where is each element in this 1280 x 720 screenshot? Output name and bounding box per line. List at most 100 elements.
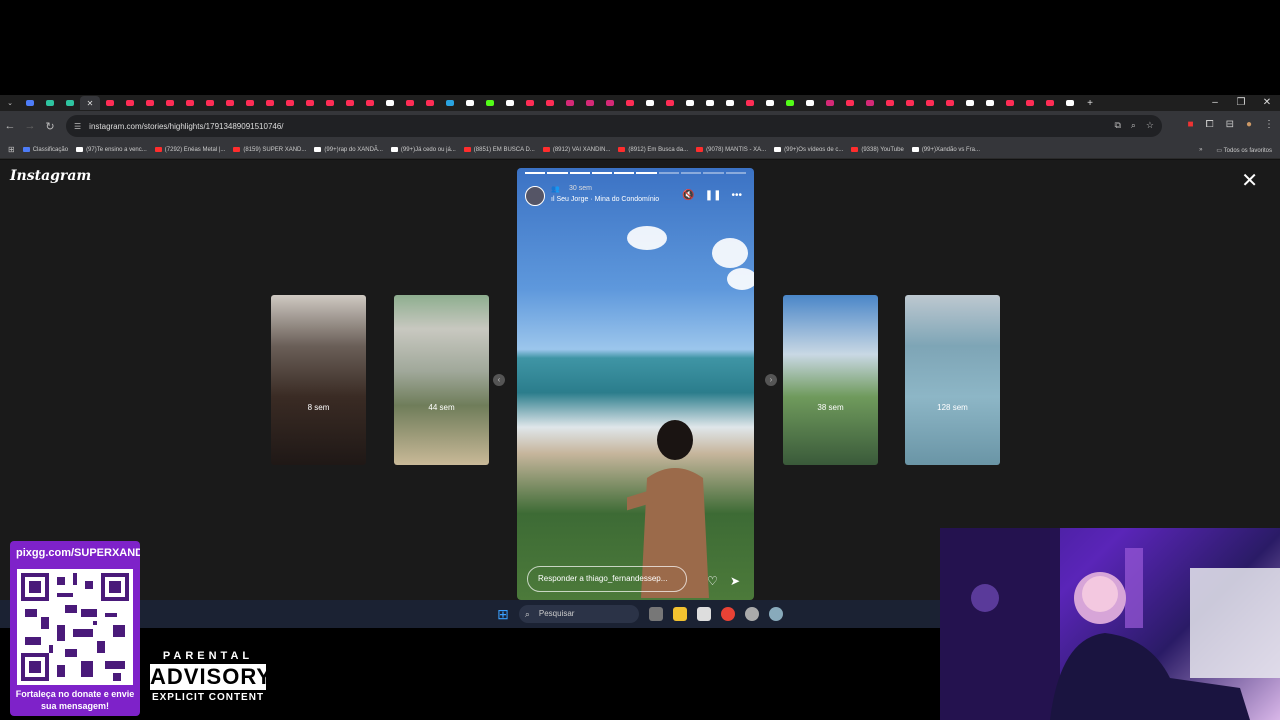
zoom-icon[interactable]: ⌕	[1131, 120, 1136, 131]
taskbar-search[interactable]: ⌕ Pesquisar	[518, 605, 639, 623]
tab-icon[interactable]	[1000, 96, 1020, 110]
tab-icon[interactable]	[600, 96, 620, 110]
tab-icon[interactable]	[420, 96, 440, 110]
app-icon[interactable]	[744, 607, 759, 621]
back-icon[interactable]: ←	[0, 120, 20, 132]
story-thumb-park[interactable]: 38 sem	[783, 295, 878, 465]
story-thumb-gym[interactable]: 8 sem	[271, 295, 366, 465]
next-story-arrow-icon[interactable]: ›	[765, 374, 777, 386]
story-thumb-collage[interactable]: 44 sem	[394, 295, 489, 465]
heart-icon[interactable]: ♡	[707, 574, 718, 588]
bookmark-item[interactable]: (8912) Em Busca da...	[618, 147, 688, 153]
send-icon[interactable]: ➤	[730, 574, 740, 588]
bookmark-item[interactable]: (9338) YouTube	[851, 147, 904, 153]
bookmark-item[interactable]: (99+)rap do XANDÃ...	[314, 147, 383, 153]
tab-icon[interactable]	[240, 96, 260, 110]
tab-icon[interactable]	[1020, 96, 1040, 110]
task-view-icon[interactable]	[648, 607, 663, 621]
tab-icon[interactable]	[300, 96, 320, 110]
close-window-button[interactable]: ✕	[1254, 95, 1280, 111]
tab-icon[interactable]	[160, 96, 180, 110]
bookmark-star-icon[interactable]: ☆	[1146, 120, 1154, 131]
extension-icon[interactable]: ■	[1188, 119, 1194, 130]
minimize-button[interactable]: –	[1202, 95, 1228, 111]
tab-icon[interactable]	[940, 96, 960, 110]
cast-icon[interactable]: ⧉	[1114, 120, 1120, 131]
profile-avatar[interactable]: ●	[1246, 119, 1252, 130]
tab-icon[interactable]	[700, 96, 720, 110]
pause-icon[interactable]: ❚❚	[705, 190, 722, 201]
tab-icon[interactable]	[840, 96, 860, 110]
tab-icon[interactable]	[880, 96, 900, 110]
site-info-icon[interactable]: ☰	[74, 122, 81, 131]
story-thumb-court[interactable]: 128 sem	[905, 295, 1000, 465]
tab-icon[interactable]	[260, 96, 280, 110]
tab-icon[interactable]	[200, 96, 220, 110]
apps-grid-icon[interactable]: ⊞	[8, 145, 15, 154]
tab-icon[interactable]	[480, 96, 500, 110]
tab-icon[interactable]	[1060, 96, 1080, 110]
bookmark-item[interactable]: (97)Te ensino a venc...	[76, 147, 147, 153]
tab-icon[interactable]	[400, 96, 420, 110]
tab-icon[interactable]	[180, 96, 200, 110]
tab-active-instagram[interactable]: ✕	[80, 96, 100, 110]
tab-icon[interactable]	[980, 96, 1000, 110]
settings-gear-icon[interactable]	[768, 607, 783, 621]
close-icon[interactable]: ✕	[1241, 168, 1258, 193]
instagram-logo[interactable]: Instagram	[10, 168, 91, 184]
tab-icon[interactable]	[280, 96, 300, 110]
more-bookmarks-icon[interactable]: »	[1199, 147, 1202, 153]
tab-icon[interactable]	[140, 96, 160, 110]
avatar[interactable]	[525, 186, 545, 206]
tab-icon[interactable]	[760, 96, 780, 110]
tab-icon[interactable]	[500, 96, 520, 110]
tab-icon[interactable]	[900, 96, 920, 110]
story-music[interactable]: ıl Seu Jorge · Mina do Condomínio	[551, 196, 659, 203]
tab-icon[interactable]	[100, 96, 120, 110]
tab-search-menu[interactable]: ⌄	[0, 96, 20, 110]
bookmark-item[interactable]: (8851) EM BUSCA D...	[463, 147, 535, 153]
reply-input[interactable]: Responder a thiago_fernandessep...	[527, 566, 687, 592]
bookmark-item[interactable]: (9078) MANTIS - XA...	[696, 147, 766, 153]
tab-icon[interactable]	[460, 96, 480, 110]
bookmark-item[interactable]: (8912) VAI XANDIN...	[542, 147, 610, 153]
bookmark-item[interactable]: (99+)Já cedo ou já...	[390, 147, 456, 153]
address-bar[interactable]: ☰ instagram.com/stories/highlights/17913…	[66, 115, 1162, 137]
file-explorer-icon[interactable]	[672, 607, 687, 621]
tab-icon[interactable]	[580, 96, 600, 110]
maximize-button[interactable]: ❐	[1228, 95, 1254, 111]
bookmark-item[interactable]: (8159) SUPER XAND...	[233, 147, 306, 153]
store-icon[interactable]	[696, 607, 711, 621]
tab-icon[interactable]	[380, 96, 400, 110]
tab-icon[interactable]	[620, 96, 640, 110]
tab-icon[interactable]	[740, 96, 760, 110]
active-story[interactable]: 👥 30 sem ıl Seu Jorge · Mina do Condomín…	[517, 168, 754, 600]
tab-icon[interactable]	[820, 96, 840, 110]
bookmark-item[interactable]: Classificação	[22, 147, 68, 153]
tab-icon[interactable]	[120, 96, 140, 110]
bookmark-item[interactable]: (99+)Os vídeos de c...	[774, 147, 843, 153]
tab-icon[interactable]	[640, 96, 660, 110]
tab-icon[interactable]	[920, 96, 940, 110]
bookmark-item[interactable]: (7292) Enéas Metal |...	[154, 147, 225, 153]
tab-icon[interactable]	[680, 96, 700, 110]
tab-icon[interactable]	[220, 96, 240, 110]
extensions-puzzle-icon[interactable]: ⧠	[1206, 119, 1214, 130]
story-user-icon[interactable]: 👥	[551, 185, 560, 193]
tab-icon[interactable]	[520, 96, 540, 110]
mute-icon[interactable]: 🔇	[682, 190, 694, 201]
tab-icon[interactable]	[560, 96, 580, 110]
tab-icon[interactable]	[800, 96, 820, 110]
more-options-icon[interactable]: •••	[731, 190, 742, 201]
tab-icon[interactable]	[780, 96, 800, 110]
tab-icon[interactable]	[40, 96, 60, 110]
tab-icon[interactable]	[440, 96, 460, 110]
tab-icon[interactable]	[720, 96, 740, 110]
menu-kebab-icon[interactable]: ⋮	[1264, 119, 1274, 130]
all-bookmarks-folder[interactable]: ▭ Todos os favoritos	[1216, 147, 1272, 154]
tab-icon[interactable]	[660, 96, 680, 110]
forward-icon[interactable]: →	[20, 120, 40, 132]
tab-icon[interactable]	[860, 96, 880, 110]
tab-icon[interactable]	[20, 96, 40, 110]
reload-icon[interactable]: ↻	[40, 120, 60, 133]
